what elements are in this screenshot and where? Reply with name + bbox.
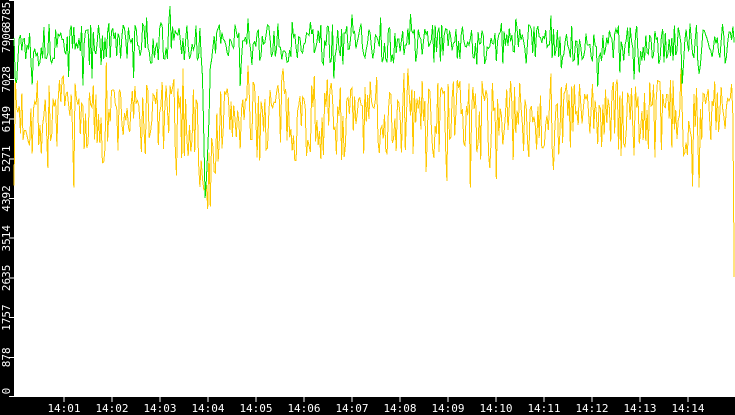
y-tick-label: 4392 bbox=[0, 185, 13, 212]
x-tick-label: 14:04 bbox=[191, 402, 224, 415]
x-tick-label: 14:06 bbox=[287, 402, 320, 415]
y-tick-label: 3514 bbox=[0, 225, 13, 252]
y-tick-label: 6149 bbox=[0, 106, 13, 132]
y-tick-label: 7028 bbox=[0, 66, 13, 93]
y-tick-label: 878 bbox=[0, 347, 13, 367]
x-tick-label: 14:01 bbox=[47, 402, 80, 415]
chart-window: 0 878 1757 2635 3514 4392 5271 6149 7028 7906 8785… bbox=[0, 0, 735, 415]
x-tick-label: 14:14 bbox=[671, 402, 704, 415]
y-tick-label: 0 bbox=[0, 388, 13, 395]
x-tick-label: 14:09 bbox=[431, 402, 464, 415]
series-line-green bbox=[13, 5, 735, 199]
chart-canvas: 0 878 1757 2635 3514 4392 5271 6149 7028 79068785… bbox=[0, 0, 735, 415]
y-tick-label: 8785 bbox=[0, 2, 13, 29]
series-line-yellow bbox=[13, 62, 735, 278]
x-tick-label: 14:08 bbox=[383, 402, 416, 415]
data-series bbox=[13, 5, 735, 278]
x-tick-label: 14:13 bbox=[623, 402, 656, 415]
x-tick-label: 14:10 bbox=[479, 402, 512, 415]
x-tick-label: 14:05 bbox=[239, 402, 272, 415]
x-tick-label: 14:07 bbox=[335, 402, 368, 415]
y-tick-label: 5271 bbox=[0, 146, 13, 173]
x-tick-label: 14:03 bbox=[143, 402, 176, 415]
axis-frame bbox=[0, 0, 735, 415]
y-tick-label: 1757 bbox=[0, 304, 13, 331]
y-tick-label: 7906 bbox=[0, 26, 13, 53]
x-tick-label: 14:02 bbox=[95, 402, 128, 415]
y-tick-label: 2635 bbox=[0, 265, 13, 292]
x-tick-label: 14:11 bbox=[527, 402, 560, 415]
x-tick-label: 14:12 bbox=[575, 402, 608, 415]
